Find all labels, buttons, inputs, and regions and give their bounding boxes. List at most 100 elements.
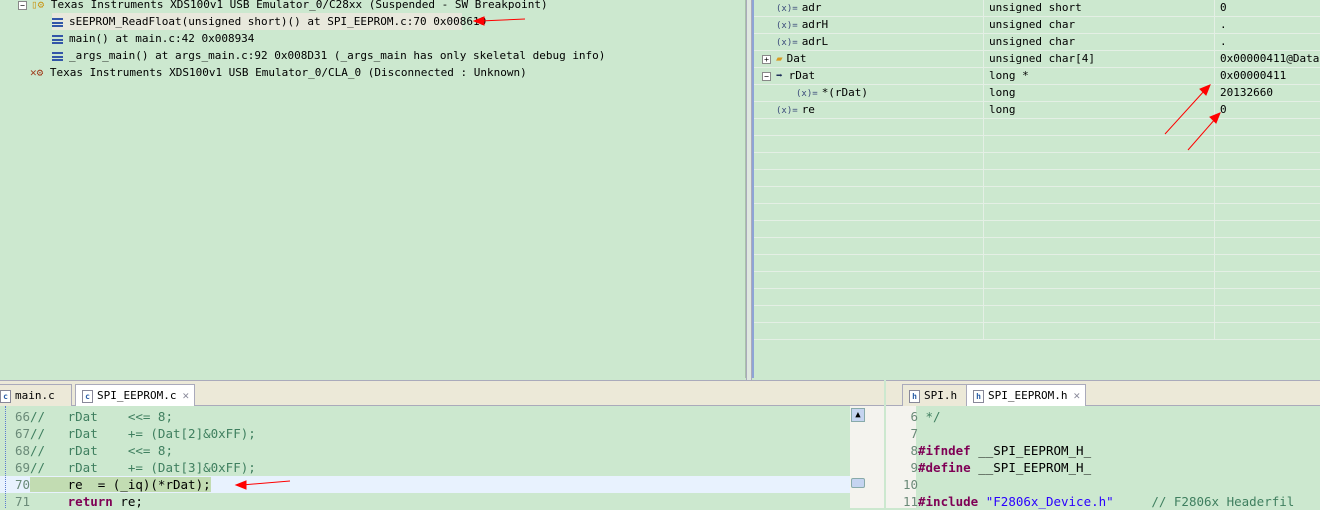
close-icon[interactable]: ✕: [1073, 389, 1080, 402]
variable-type: unsigned char: [989, 18, 1076, 31]
code-line[interactable]: 69// rDat += (Dat[3]&0xFF);: [0, 459, 850, 476]
code-line[interactable]: 71 return re;: [0, 493, 850, 510]
empty-row: [754, 255, 1320, 272]
stack-frame-icon: [52, 17, 63, 27]
variable-icon: (x)=: [776, 38, 798, 48]
editor-tabs-right: h SPI.h h SPI_EEPROM.h ✕: [886, 380, 1320, 407]
empty-row: [754, 153, 1320, 170]
line-number: 71: [14, 494, 30, 509]
line-number: 67: [14, 426, 30, 441]
editor-tabs-left: c main.c c SPI_EEPROM.c ✕: [0, 380, 884, 407]
variable-value[interactable]: 0: [1220, 103, 1227, 116]
line-number: 10: [902, 477, 918, 492]
variable-value[interactable]: .: [1220, 18, 1227, 31]
empty-row: [754, 187, 1320, 204]
code-text: __SPI_EEPROM_H_: [970, 443, 1092, 458]
empty-row: [754, 323, 1320, 340]
empty-row: [754, 289, 1320, 306]
disconnected-target-icon: ✕⚙: [30, 66, 44, 79]
vertical-scrollbar[interactable]: ▲: [850, 406, 866, 508]
variable-value[interactable]: .: [1220, 35, 1227, 48]
code-line[interactable]: 67// rDat += (Dat[2]&0xFF);: [0, 425, 850, 442]
variable-row[interactable]: (x)= adrL unsigned char.: [754, 34, 1320, 51]
array-icon: ▰: [776, 52, 783, 65]
collapse-icon[interactable]: −: [18, 0, 27, 10]
scroll-thumb[interactable]: [851, 478, 865, 488]
debug-target-cla[interactable]: ✕⚙ Texas Instruments XDS100v1 USB Emulat…: [30, 64, 527, 81]
editor-ruler: [0, 406, 6, 508]
variable-value[interactable]: 0x00000411@Data: [1220, 52, 1319, 65]
code-line[interactable]: 68// rDat <<= 8;: [0, 442, 850, 459]
variable-type: long *: [989, 69, 1029, 82]
variable-name: rDat: [788, 69, 816, 82]
code-line[interactable]: 70 re = (_iq)(*rDat);: [0, 476, 850, 493]
c-file-icon: c: [0, 389, 11, 403]
stack-frame-1[interactable]: main() at main.c:42 0x008934: [52, 30, 254, 47]
line-number: 66: [14, 409, 30, 424]
variable-row[interactable]: + ▰ Dat unsigned char[4] 0x00000411@Data: [754, 51, 1320, 68]
empty-row: [754, 119, 1320, 136]
code-text: */: [918, 409, 941, 424]
code-line[interactable]: 6 */: [886, 408, 1320, 425]
variable-row[interactable]: (x)= re long 0: [754, 102, 1320, 119]
empty-row: [754, 170, 1320, 187]
code-editor-left[interactable]: 66// rDat <<= 8; 67// rDat += (Dat[2]&0xF…: [0, 406, 850, 510]
code-editor-right[interactable]: 6 */7 8#ifndef __SPI_EEPROM_H_ 9#define __…: [886, 406, 1320, 510]
variable-value[interactable]: 0: [1220, 1, 1227, 14]
code-line[interactable]: 9#define __SPI_EEPROM_H_: [886, 459, 1320, 476]
code-text: // rDat += (Dat[2]&0xFF);: [30, 426, 256, 441]
variable-icon: (x)=: [776, 21, 798, 31]
empty-row: [754, 238, 1320, 255]
code-line[interactable]: 7: [886, 425, 1320, 442]
variable-name: re: [801, 103, 815, 116]
line-number: 68: [14, 443, 30, 458]
code-line[interactable]: 8#ifndef __SPI_EEPROM_H_: [886, 442, 1320, 459]
tab-main-c[interactable]: c main.c: [0, 384, 72, 407]
code-line[interactable]: 66// rDat <<= 8;: [0, 408, 850, 425]
line-number: 8: [910, 443, 918, 458]
keyword: #ifndef: [918, 443, 971, 458]
variable-row[interactable]: (x)= *(rDat) long 20132660: [754, 85, 1320, 102]
keyword: #include: [918, 494, 979, 509]
line-number: 7: [910, 426, 918, 441]
variable-icon: (x)=: [776, 106, 798, 116]
variable-name: *(rDat): [821, 86, 869, 99]
variable-row[interactable]: − ➡ rDat long * 0x00000411: [754, 68, 1320, 85]
variable-name: adrH: [801, 18, 829, 31]
line-number: 9: [910, 460, 918, 475]
h-file-icon: h: [973, 389, 984, 403]
line-number: 69: [14, 460, 30, 475]
code-text: // rDat <<= 8;: [30, 443, 173, 458]
expand-icon[interactable]: +: [762, 55, 771, 64]
code-text: __SPI_EEPROM_H_: [970, 460, 1092, 475]
empty-row: [754, 136, 1320, 153]
line-number: 6: [910, 409, 918, 424]
variable-icon: (x)=: [776, 4, 798, 14]
variable-value[interactable]: 20132660: [1220, 86, 1273, 99]
h-file-icon: h: [909, 389, 920, 403]
stack-frame-icon: [52, 34, 63, 44]
collapse-icon[interactable]: −: [762, 72, 771, 81]
keyword: #define: [918, 460, 971, 475]
variable-row[interactable]: (x)= adr unsigned short 0: [754, 0, 1320, 17]
code-line[interactable]: 10: [886, 476, 1320, 493]
variable-name: Dat: [786, 52, 807, 65]
stack-frame-0[interactable]: sEEPROM_ReadFloat(unsigned short)() at S…: [52, 13, 486, 30]
debug-target-c28xx[interactable]: − ▯⚙ Texas Instruments XDS100v1 USB Emula…: [18, 0, 548, 13]
empty-row: [754, 272, 1320, 289]
debug-view: − ▯⚙ Texas Instruments XDS100v1 USB Emula…: [0, 0, 746, 378]
comment: // F2806x Headerfil: [1113, 494, 1295, 509]
tab-spi-eeprom-h[interactable]: h SPI_EEPROM.h ✕: [966, 384, 1086, 407]
pointer-icon: ➡: [776, 69, 783, 82]
close-icon[interactable]: ✕: [182, 389, 189, 402]
tab-spi-eeprom-c[interactable]: c SPI_EEPROM.c ✕: [75, 384, 195, 407]
variable-row[interactable]: (x)= adrH unsigned char.: [754, 17, 1320, 34]
variable-value[interactable]: 0x00000411: [1220, 69, 1286, 82]
stack-frame-2[interactable]: _args_main() at args_main.c:92 0x008D31 …: [52, 47, 605, 64]
scroll-up-icon[interactable]: ▲: [851, 408, 865, 422]
empty-row: [754, 306, 1320, 323]
string-literal: "F2806x_Device.h": [978, 494, 1114, 509]
code-line[interactable]: 11#include "F2806x_Device.h" // F2806x H…: [886, 493, 1320, 510]
empty-row: [754, 204, 1320, 221]
empty-row: [754, 221, 1320, 238]
